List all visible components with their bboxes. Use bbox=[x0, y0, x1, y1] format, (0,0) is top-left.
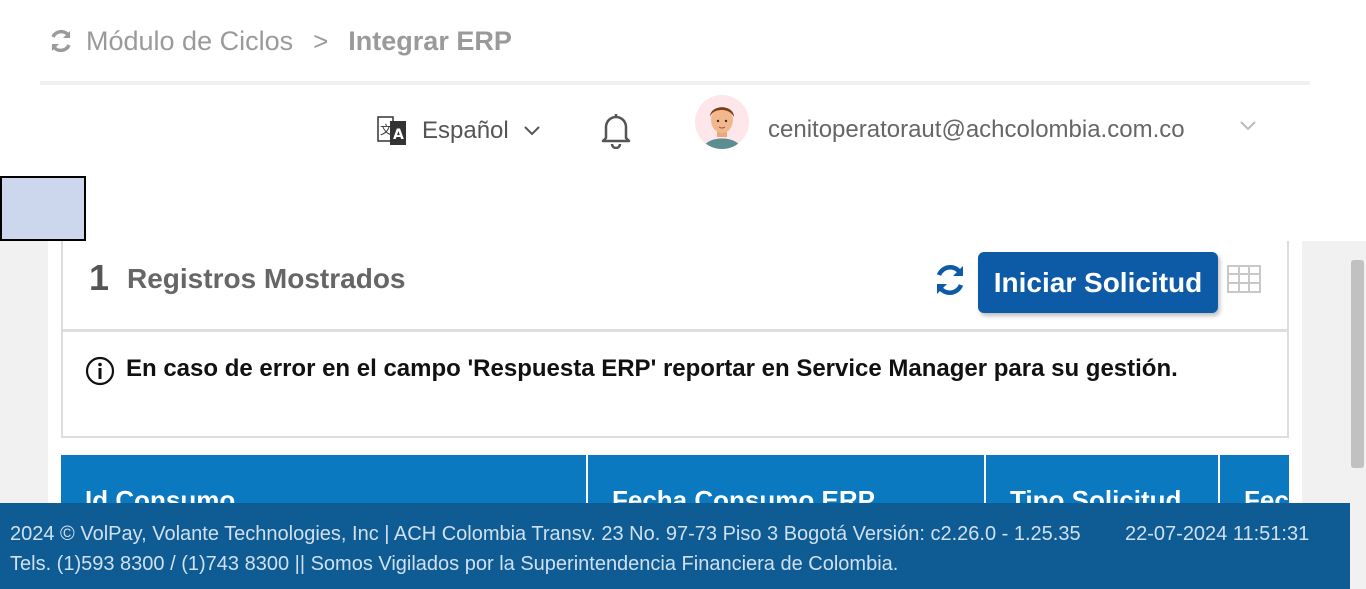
footer-copyright: 2024 © VolPay, Volante Technologies, Inc… bbox=[10, 523, 1081, 545]
records-toolbar: 1 Registros Mostrados Iniciar Solicitud bbox=[61, 241, 1289, 332]
footer-contact: Tels. (1)593 8300 / (1)743 8300 || Somos… bbox=[10, 553, 899, 575]
footer-datetime: 22-07-2024 11:51:31 bbox=[1125, 523, 1310, 545]
user-email[interactable]: cenitoperatoraut@achcolombia.com.co bbox=[768, 116, 1185, 144]
highlight-box bbox=[0, 176, 86, 241]
avatar[interactable] bbox=[695, 95, 749, 149]
chevron-down-icon bbox=[524, 126, 540, 136]
start-request-button[interactable]: Iniciar Solicitud bbox=[978, 252, 1218, 313]
info-icon bbox=[85, 356, 115, 386]
column-header-fecha[interactable]: Fec bbox=[1220, 455, 1289, 503]
column-header-fecha-consumo[interactable]: Fecha Consumo ERP bbox=[588, 455, 986, 503]
chevron-down-icon[interactable] bbox=[1238, 119, 1258, 133]
column-header-tipo-solicitud[interactable]: Tipo Solicitud bbox=[986, 455, 1220, 503]
translate-icon: 文 A bbox=[377, 116, 406, 145]
footer: 2024 © VolPay, Volante Technologies, Inc… bbox=[0, 503, 1350, 589]
notice-text: En caso de error en el campo 'Respuesta … bbox=[126, 355, 1178, 382]
table-grid-icon[interactable] bbox=[1227, 265, 1261, 293]
breadcrumb-separator: > bbox=[313, 25, 329, 56]
refresh-icon[interactable] bbox=[48, 28, 74, 54]
header-divider bbox=[40, 81, 1310, 85]
table-header: Id Consumo Fecha Consumo ERP Tipo Solici… bbox=[61, 455, 1289, 503]
content-area: 1 Registros Mostrados Iniciar Solicitud bbox=[0, 241, 1350, 503]
bell-icon[interactable] bbox=[598, 111, 634, 149]
header-toolbar: 文 A Español cenitoperatoraut@achcolombia… bbox=[0, 95, 1350, 165]
main-panel: 1 Registros Mostrados Iniciar Solicitud bbox=[48, 241, 1302, 503]
language-label: Español bbox=[422, 117, 509, 144]
language-selector[interactable]: 文 A Español bbox=[376, 113, 541, 149]
column-header-id-consumo[interactable]: Id Consumo bbox=[61, 455, 588, 503]
breadcrumb-module-link[interactable]: Módulo de Ciclos bbox=[86, 26, 293, 57]
breadcrumb: Módulo de Ciclos > Integrar ERP bbox=[48, 24, 512, 58]
records-count: 1 bbox=[89, 257, 110, 298]
info-notice: En caso de error en el campo 'Respuesta … bbox=[61, 332, 1289, 438]
scrollbar-thumb[interactable] bbox=[1351, 260, 1364, 468]
sync-icon[interactable] bbox=[933, 263, 967, 297]
records-label: Registros Mostrados bbox=[127, 263, 406, 294]
svg-text:A: A bbox=[393, 127, 404, 143]
breadcrumb-current: Integrar ERP bbox=[348, 25, 512, 56]
